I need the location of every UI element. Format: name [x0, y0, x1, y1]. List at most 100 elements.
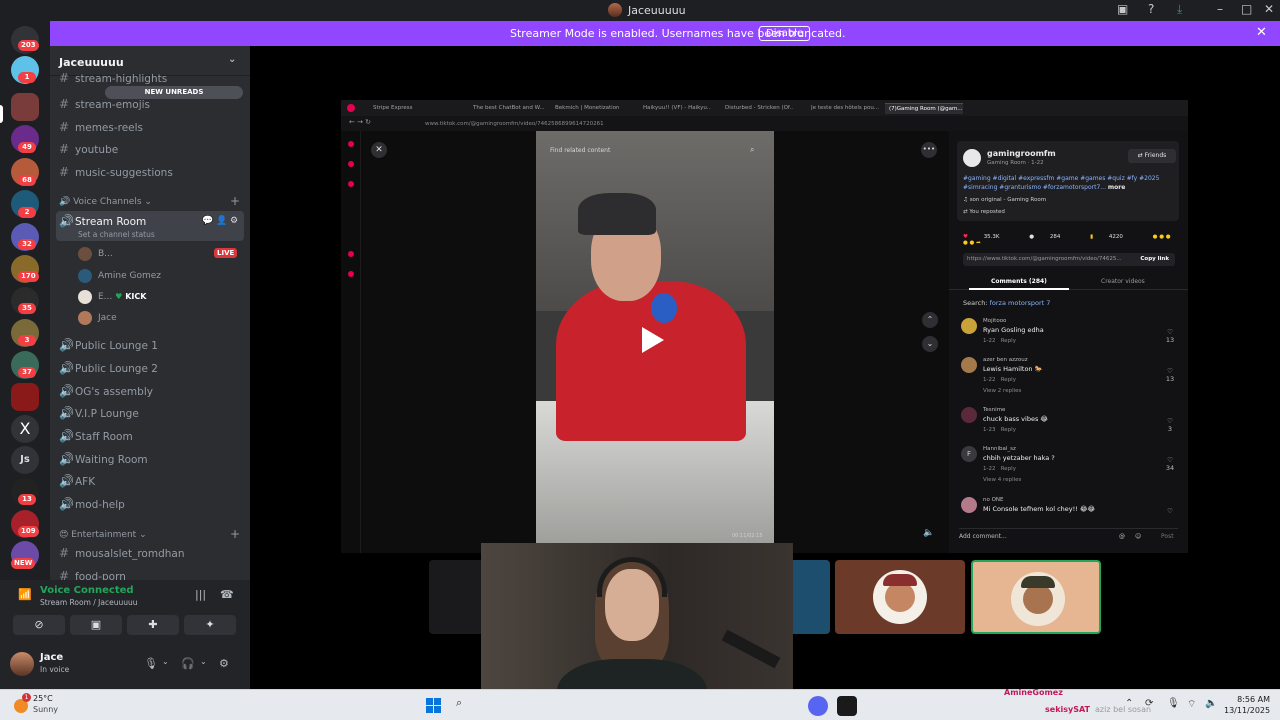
disable-streamer-mode-button[interactable]: Disable	[759, 26, 811, 41]
channel-ogs-assembly[interactable]: 🔊OG's assembly	[56, 381, 244, 401]
add-channel-icon[interactable]: +	[230, 527, 240, 541]
previous-video-icon[interactable]: ⌃	[922, 312, 938, 328]
channel-music-suggestions[interactable]: # music-suggestions	[56, 162, 244, 182]
tab-creator-videos[interactable]: Creator videos	[1101, 278, 1145, 285]
tray-app-icon[interactable]: ⟳	[1145, 698, 1153, 709]
comment-user[interactable]: azer ben azzouz	[983, 357, 1028, 363]
volume-icon[interactable]: 🔈	[1205, 698, 1217, 709]
comment-user[interactable]: Tesnime	[983, 407, 1005, 413]
url-field[interactable]: www.tiktok.com/@gamingroomfm/video/74625…	[425, 119, 985, 129]
activities-button[interactable]: ✚	[127, 615, 179, 635]
view-replies[interactable]: View 4 replies	[983, 477, 1021, 483]
chevron-down-icon[interactable]: ⌄	[228, 54, 236, 65]
avatar[interactable]	[961, 497, 977, 513]
screen-share-stream[interactable]: Stripe Express The best ChatBot and W...…	[341, 100, 1188, 553]
microphone-icon[interactable]: 🎙	[1167, 698, 1180, 709]
disconnect-icon[interactable]: ☎	[220, 588, 234, 601]
channel-youtube[interactable]: # youtube	[56, 139, 244, 159]
search-icon[interactable]: ⌕	[750, 145, 754, 155]
hashtags-text[interactable]: #gaming #digital #expressfm #game #games…	[963, 175, 1159, 191]
reply-link[interactable]: Reply	[1001, 427, 1016, 433]
discord-taskbar-icon[interactable]	[808, 696, 828, 716]
participant-tile[interactable]	[835, 560, 965, 634]
chat-icon[interactable]: 💬	[202, 211, 213, 231]
avatar[interactable]	[961, 407, 977, 423]
channel-food-porn[interactable]: # food-porn	[56, 566, 244, 580]
channel-vip-lounge[interactable]: 🔊V.I.P Lounge	[56, 403, 244, 423]
channel-public-lounge-1[interactable]: 🔊Public Lounge 1	[56, 335, 244, 355]
channel-afk[interactable]: 🔊AFK	[56, 471, 244, 491]
avatar[interactable]	[961, 318, 977, 334]
comment-stat[interactable]: ● 284	[1029, 234, 1074, 240]
avatar[interactable]: F	[961, 446, 977, 462]
nav-dot-icon[interactable]	[348, 271, 354, 277]
camera-button[interactable]: ⊘	[13, 615, 65, 635]
comment-like[interactable]: ♡ 13	[1164, 367, 1176, 383]
browser-tab[interactable]: Bekmich | Monetization	[555, 103, 627, 114]
gear-icon[interactable]: ⚙	[230, 211, 238, 231]
sound-label[interactable]: ♫ son original - Gaming Room	[963, 197, 1046, 203]
channel-status[interactable]: Set a channel status	[78, 230, 155, 239]
view-replies[interactable]: View 2 replies	[983, 388, 1021, 394]
channel-memes-reels[interactable]: # memes-reels	[56, 117, 244, 137]
channel-staff-room[interactable]: 🔊Staff Room	[56, 426, 244, 446]
weather-temp[interactable]: 25°C	[33, 694, 53, 703]
browser-tab[interactable]: Haikyuu!! (VF) - Haikyu...	[643, 103, 711, 114]
voice-member[interactable]: Amine Gomez	[78, 267, 161, 285]
inbox-icon[interactable]: ▣	[1117, 2, 1128, 16]
wifi-icon[interactable]: ⌔	[1187, 698, 1196, 711]
nav-dot-icon[interactable]	[348, 161, 354, 167]
browser-tab[interactable]: The best ChatBot and W...	[473, 103, 547, 114]
author-avatar[interactable]	[963, 149, 981, 167]
comment-user[interactable]: Hannibal_sz	[983, 446, 1016, 452]
entertainment-category[interactable]: 😍 Entertainment ⌄	[59, 530, 147, 540]
chevron-down-icon[interactable]: ⌄	[200, 657, 207, 666]
search-icon[interactable]: ⌕	[456, 696, 462, 710]
comment-user[interactable]: Mojitooo	[983, 318, 1006, 324]
author-name[interactable]: gamingroomfm	[987, 149, 1056, 158]
comment-user[interactable]: no ONE	[983, 497, 1004, 503]
voice-member[interactable]: Jace	[78, 309, 117, 327]
channel-waiting-room[interactable]: 🔊Waiting Room	[56, 449, 244, 469]
play-icon[interactable]	[642, 327, 664, 353]
browser-tab[interactable]: Disturbed - Stricken (Of...	[725, 103, 793, 114]
app-taskbar-icon[interactable]	[837, 696, 857, 716]
comment-like[interactable]: ♡ 3	[1164, 417, 1176, 433]
search-suggestion[interactable]: Search: forza motorsport 7	[963, 299, 1050, 307]
nav-dot-icon[interactable]	[348, 141, 354, 147]
avatar[interactable]	[961, 357, 977, 373]
invite-icon[interactable]: 👤	[216, 211, 227, 231]
comment-like[interactable]: ♡	[1164, 507, 1176, 515]
avatar[interactable]	[10, 652, 34, 676]
channel-stream-highlights[interactable]: # stream-highlights	[56, 72, 244, 84]
copy-link-button[interactable]: Copy link	[1140, 253, 1169, 266]
add-comment-input[interactable]: Add comment...	[959, 533, 1007, 540]
browser-tab[interactable]: Je teste des hôtels pou...	[811, 103, 879, 114]
user-settings-icon[interactable]: ⚙	[219, 657, 229, 670]
chevron-down-icon[interactable]: ⌄	[162, 657, 169, 666]
close-video-icon[interactable]: ✕	[371, 142, 387, 158]
download-icon[interactable]: ⤓	[1177, 2, 1182, 17]
post-button[interactable]: Post	[1161, 529, 1174, 545]
x-guild-icon[interactable]: X	[11, 415, 39, 443]
close-window-icon[interactable]: ✕	[1264, 2, 1274, 16]
tiktok-video[interactable]: Find related content ⌕ 00:11/02:15	[536, 131, 774, 543]
reply-link[interactable]: Reply	[1001, 466, 1016, 472]
add-channel-icon[interactable]: +	[230, 194, 240, 208]
minimize-icon[interactable]: –	[1217, 2, 1223, 16]
headphones-icon[interactable]: 🎧	[181, 657, 195, 670]
signal-icon[interactable]: 📶	[18, 588, 32, 601]
back-arrow-icon[interactable]: ← → ↻	[349, 118, 371, 126]
clock[interactable]: 8:56 AM 13/11/2025	[1224, 694, 1270, 716]
more-options-icon[interactable]: •••	[921, 142, 937, 158]
participant-tile-speaking[interactable]	[971, 560, 1101, 634]
voice-member[interactable]: E... ♥ KICK	[78, 288, 146, 306]
mention-icon[interactable]: @	[1119, 529, 1125, 545]
windows-start-icon[interactable]	[426, 698, 441, 713]
voice-connected-subtitle[interactable]: Stream Room / Jaceuuuuu	[40, 598, 138, 607]
reply-link[interactable]: Reply	[1001, 377, 1016, 383]
soundboard-button[interactable]: ✦	[184, 615, 236, 635]
comment-like[interactable]: ♡ 13	[1164, 328, 1176, 344]
close-banner-icon[interactable]: ✕	[1256, 25, 1267, 40]
voice-category[interactable]: 🔊 Voice Channels ⌄	[59, 197, 152, 207]
